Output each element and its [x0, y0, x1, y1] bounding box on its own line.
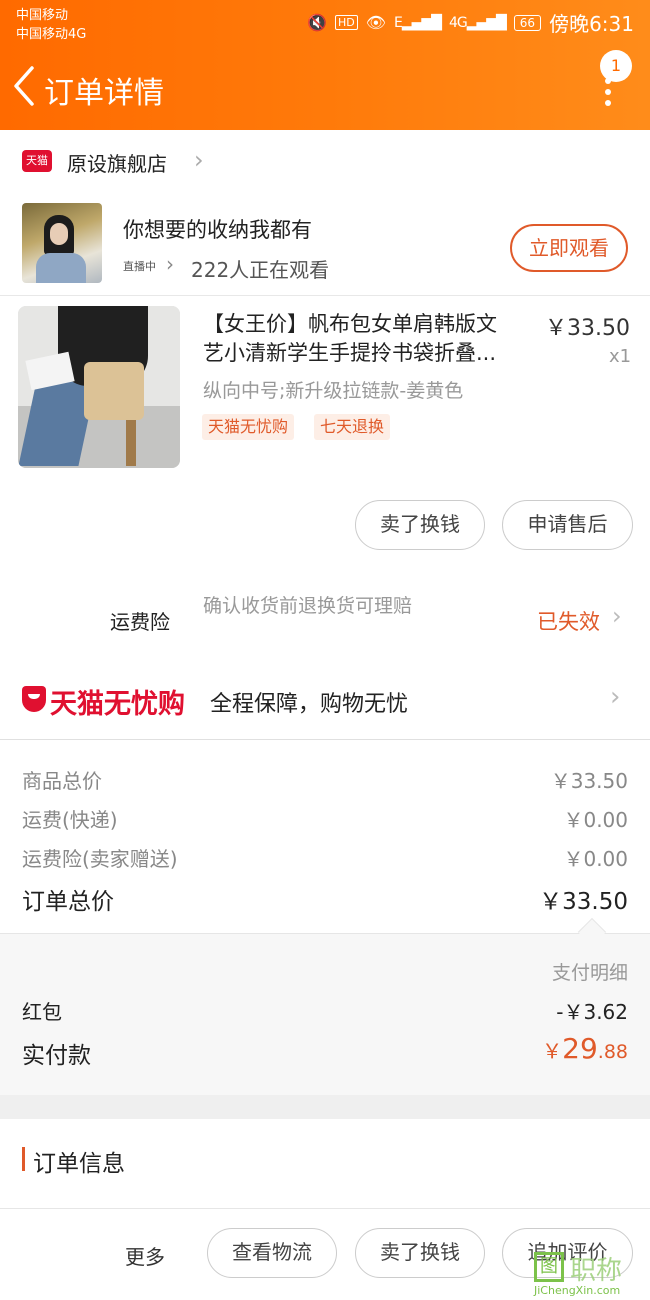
hd-icon: HD: [334, 15, 358, 30]
insurance-label: 运费险: [110, 610, 170, 634]
section-accent-bar: [22, 1147, 25, 1171]
service-tag: 天猫无忧购: [202, 414, 295, 440]
tmall-shield-icon: [22, 686, 46, 712]
sell-button[interactable]: 卖了换钱: [355, 500, 485, 550]
page-title: 订单详情: [44, 76, 164, 111]
shipping-value: ￥0.00: [563, 808, 628, 832]
section-gap: [0, 1095, 650, 1119]
after-sale-button[interactable]: 申请售后: [502, 500, 633, 550]
shipping-label: 运费(快递): [22, 808, 118, 832]
eye-icon: 👁: [365, 13, 387, 32]
tmall-logo-icon: 天猫: [22, 150, 52, 172]
subtotal-value: ￥33.50: [550, 769, 628, 793]
subtotal-label: 商品总价: [22, 769, 102, 793]
signal-4g-icon: 4G▂▄▆█: [448, 14, 507, 31]
notification-badge[interactable]: 1: [600, 50, 632, 82]
paid-label: 实付款: [22, 1043, 91, 1069]
product-quantity: x1: [609, 346, 632, 367]
hongbao-label: 红包: [22, 1000, 62, 1024]
order-info-title: 订单信息: [33, 1151, 125, 1177]
status-bar: 中国移动 中国移动4G 🔇 HD 👁 E▂▄▆█ 4G▂▄▆█ 66 傍晚6:3…: [0, 0, 650, 46]
order-total-value: ￥33.50: [539, 889, 628, 915]
wuyou-brand[interactable]: 天猫无忧购: [50, 682, 185, 721]
hongbao-value: -￥3.62: [556, 1000, 628, 1024]
sell-button[interactable]: 卖了换钱: [355, 1228, 485, 1278]
order-total-label: 订单总价: [22, 889, 114, 915]
more-button[interactable]: 更多: [125, 1241, 165, 1270]
battery-icon: 66: [513, 14, 542, 31]
site-watermark: 图 职称 JiChengXin.com: [532, 1250, 648, 1298]
service-tag: 七天退换: [314, 414, 391, 440]
back-arrow-icon: [14, 66, 34, 106]
insurance-fee-value: ￥0.00: [563, 847, 628, 871]
shop-name-link[interactable]: 原设旗舰店: [67, 148, 167, 177]
insurance-status[interactable]: 已失效: [537, 606, 600, 636]
app-header: 中国移动 中国移动4G 🔇 HD 👁 E▂▄▆█ 4G▂▄▆█ 66 傍晚6:3…: [0, 0, 650, 130]
insurance-fee-label: 运费险(卖家赠送): [22, 847, 178, 871]
chevron-right-icon: ›: [166, 252, 174, 276]
insurance-description: 确认收货前退换货可理赔: [203, 595, 413, 617]
product-image[interactable]: [18, 306, 180, 468]
product-price: ￥33.50: [545, 316, 630, 341]
paid-amount: ￥29.88: [542, 1032, 628, 1065]
live-status-tag: 直播中: [123, 260, 156, 273]
mute-icon: 🔇: [307, 13, 327, 32]
payment-detail-label: 支付明细: [551, 962, 628, 984]
live-viewer-count: 222人正在观看: [191, 258, 330, 282]
carrier-label-2: 中国移动4G: [16, 27, 87, 42]
product-title[interactable]: 【女王价】帆布包女单肩韩版文 艺小清新学生手提拎书袋折叠...: [203, 310, 535, 368]
carrier-label-1: 中国移动: [16, 8, 69, 23]
wuyou-text[interactable]: 全程保障，购物无忧: [210, 686, 408, 718]
live-title[interactable]: 你想要的收纳我都有: [123, 214, 312, 244]
clock: 傍晚6:31: [549, 12, 634, 36]
watch-now-button[interactable]: 立即观看: [510, 224, 628, 272]
back-button[interactable]: [10, 64, 40, 108]
chevron-right-icon: ›: [194, 146, 204, 174]
more-menu-button[interactable]: [598, 78, 618, 108]
product-sku: 纵向中号;新升级拉链款-姜黄色: [203, 380, 464, 402]
live-thumbnail[interactable]: [22, 203, 102, 283]
signal-icon: E▂▄▆█: [394, 14, 442, 31]
chevron-right-icon: ›: [610, 682, 621, 712]
view-logistics-button[interactable]: 查看物流: [207, 1228, 337, 1278]
status-icons: 🔇 HD 👁 E▂▄▆█ 4G▂▄▆█ 66 傍晚6:31: [307, 8, 634, 37]
chevron-right-icon: ›: [612, 602, 622, 630]
